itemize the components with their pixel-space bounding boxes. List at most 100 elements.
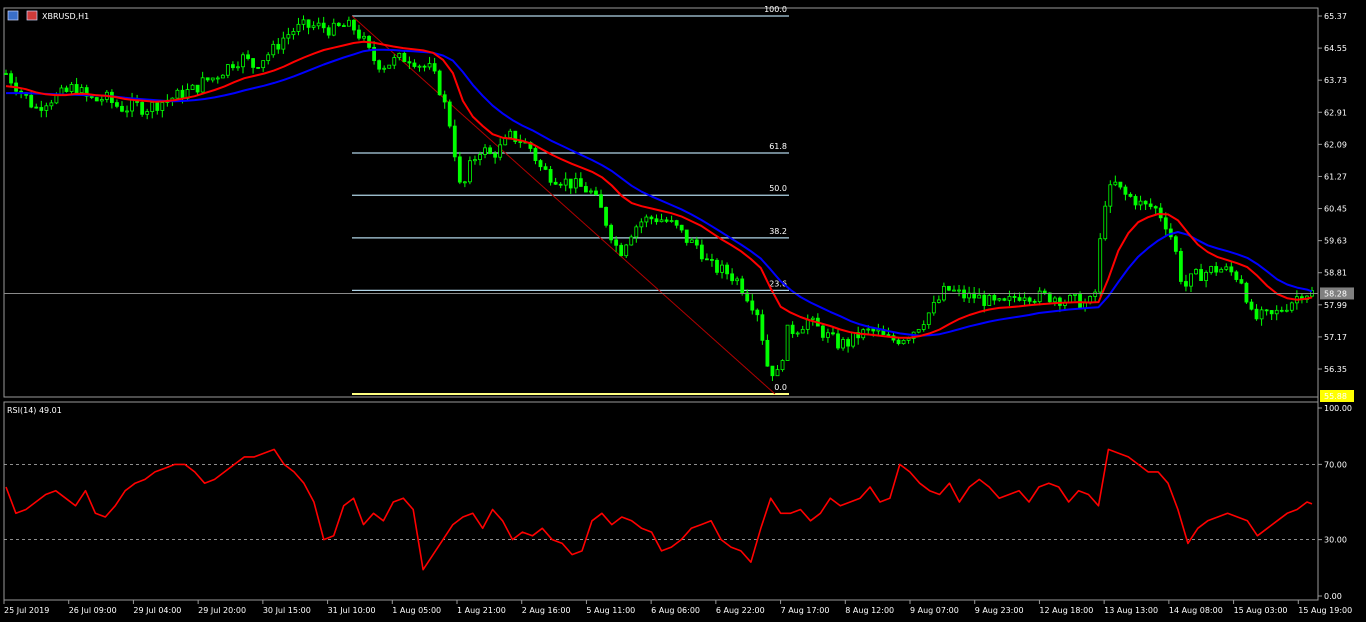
candle-body xyxy=(1133,196,1138,206)
candle-body xyxy=(190,84,195,90)
price-tick-label: 65.37 xyxy=(1324,12,1347,21)
fib-level-label: 50.0 xyxy=(769,184,787,193)
fib-level-label: 61.8 xyxy=(769,142,787,151)
time-tick-label: 5 Aug 11:00 xyxy=(586,606,635,615)
candle-body xyxy=(730,273,735,282)
candle-body xyxy=(609,224,613,241)
candle-body xyxy=(1264,309,1269,312)
candle-body xyxy=(851,332,856,347)
candle-body xyxy=(699,244,704,260)
candle-body xyxy=(992,294,997,301)
candle-body xyxy=(387,64,392,69)
candle-body xyxy=(286,34,291,39)
candle-body xyxy=(493,153,498,158)
candle-body xyxy=(1057,297,1062,306)
rsi-line xyxy=(5,448,1313,571)
candle-body xyxy=(896,339,901,345)
candle-body xyxy=(44,105,49,111)
time-tick-label: 13 Aug 13:00 xyxy=(1104,606,1158,615)
candle-body xyxy=(785,324,790,361)
candle-body xyxy=(533,148,538,161)
flag-icon xyxy=(26,10,38,21)
candle-body xyxy=(780,360,785,371)
fibonacci-retracement[interactable]: 100.061.850.038.223.60.0 xyxy=(351,5,789,395)
candle-body xyxy=(462,181,467,184)
candle-body xyxy=(740,278,745,294)
candle-body xyxy=(357,29,361,39)
candle-body xyxy=(926,312,931,325)
candle-body xyxy=(538,160,543,168)
candle-body xyxy=(412,62,417,67)
candle-body xyxy=(1269,310,1274,315)
candle-body xyxy=(1012,296,1017,298)
candle-body xyxy=(684,229,689,243)
candle-body xyxy=(810,317,815,320)
ma-slow-line xyxy=(6,48,1313,337)
candle-body xyxy=(947,285,951,291)
candle-body xyxy=(1204,271,1209,281)
candle-body xyxy=(962,289,966,299)
time-tick-label: 31 Jul 10:00 xyxy=(328,606,376,615)
candle-body xyxy=(568,178,573,189)
candle-body xyxy=(1284,309,1289,312)
candle-body xyxy=(1103,205,1108,240)
candle-body xyxy=(583,186,588,193)
time-tick-label: 9 Aug 07:00 xyxy=(910,606,959,615)
candle-body xyxy=(205,77,210,81)
candle-body xyxy=(639,221,644,228)
candle-body xyxy=(382,67,387,70)
candle-body xyxy=(694,239,699,246)
candle-body xyxy=(952,289,956,292)
candle-body xyxy=(1113,181,1118,186)
candle-body xyxy=(352,19,356,31)
candle-body xyxy=(573,178,578,189)
rsi-tick-label: 30.00 xyxy=(1324,536,1347,545)
candle-body xyxy=(548,169,553,183)
candle-body xyxy=(987,294,992,306)
candle-body xyxy=(392,57,397,66)
candle-body xyxy=(901,339,906,345)
trading-chart[interactable]: XBRUSD,H1 RSI(14) 49.01 100.0 61.8 50.0 38.… xyxy=(0,0,1366,622)
candle-body xyxy=(231,64,235,69)
candle-body xyxy=(1158,207,1163,219)
candle-body xyxy=(473,159,477,162)
time-tick-label: 12 Aug 18:00 xyxy=(1039,606,1093,615)
price-tick-label: 63.73 xyxy=(1324,76,1347,85)
candle-body xyxy=(1148,203,1153,207)
candlestick-series xyxy=(4,15,1314,381)
price-axis: 65.37 64.55 63.73 62.91 62.09 61.27 60.45 59.63… xyxy=(1318,12,1354,402)
candle-body xyxy=(1138,200,1143,206)
candle-body xyxy=(1128,193,1133,197)
time-tick-label: 1 Aug 21:00 xyxy=(457,606,506,615)
candle-body xyxy=(644,216,649,223)
candle-body xyxy=(664,219,669,222)
candle-body xyxy=(518,141,523,143)
time-tick-label: 30 Jul 15:00 xyxy=(263,606,311,615)
candle-body xyxy=(225,64,230,76)
candle-body xyxy=(1259,309,1264,320)
candle-body xyxy=(831,332,835,335)
candle-body xyxy=(59,87,64,95)
candle-body xyxy=(619,244,624,257)
candle-body xyxy=(921,324,926,330)
candle-body xyxy=(820,325,825,338)
rsi-label: RSI(14) 49.01 xyxy=(7,406,62,415)
fib-trend-line[interactable] xyxy=(351,15,776,395)
candle-body xyxy=(241,54,245,68)
candle-body xyxy=(1254,308,1259,320)
candle-body xyxy=(316,22,321,27)
candle-body xyxy=(750,300,755,311)
candle-body xyxy=(301,19,306,25)
time-tick-label: 25 Jul 2019 xyxy=(4,606,49,615)
candle-body xyxy=(957,289,961,292)
candle-body xyxy=(1027,297,1032,302)
time-tick-label: 29 Jul 20:00 xyxy=(198,606,246,615)
candle-body xyxy=(649,216,654,220)
candle-body xyxy=(452,125,457,158)
candle-body xyxy=(215,77,220,80)
candle-body xyxy=(735,278,740,282)
time-tick-label: 14 Aug 08:00 xyxy=(1169,606,1223,615)
candle-body xyxy=(140,102,145,115)
candle-body xyxy=(1022,297,1027,301)
time-tick-label: 8 Aug 12:00 xyxy=(845,606,894,615)
